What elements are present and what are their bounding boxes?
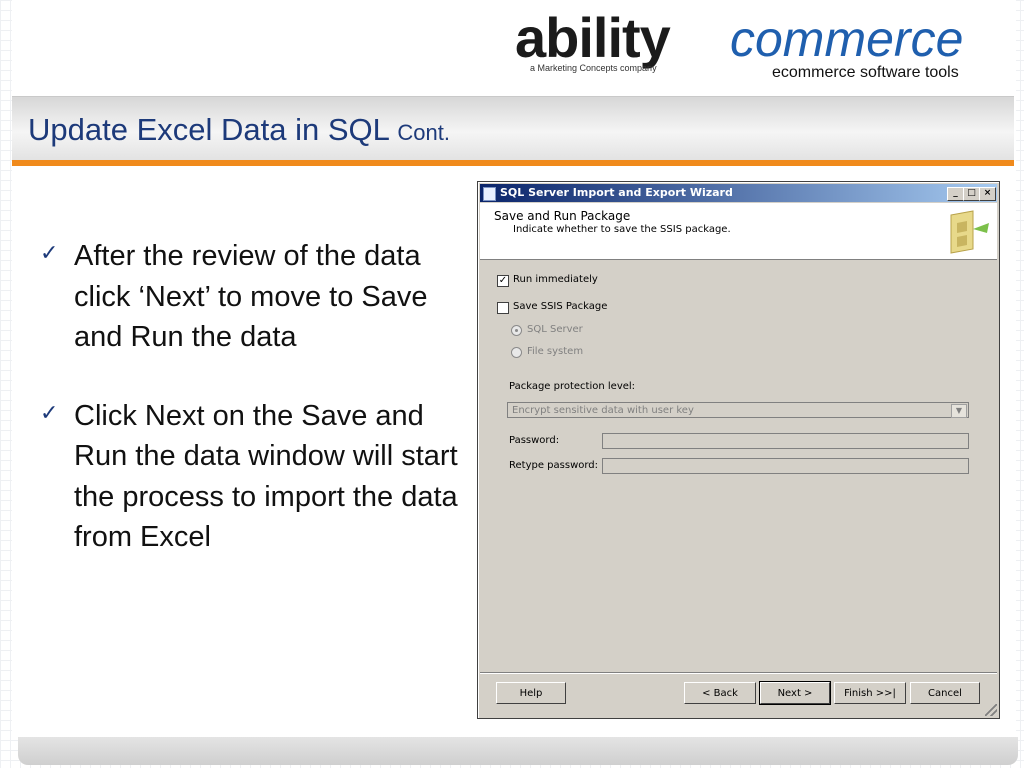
retype-password-label: Retype password: [509, 460, 599, 471]
slide-title: Update Excel Data in SQL Cont. [28, 112, 450, 148]
page-title: Save and Run Package [494, 209, 631, 223]
wizard-header: Save and Run Package Indicate whether to… [480, 203, 997, 260]
logo-brand-commerce: commerce [730, 11, 964, 67]
page-subtitle: Indicate whether to save the SSIS packag… [513, 224, 731, 235]
bullet-text: Click Next on the Save and Run the data … [74, 399, 458, 554]
slide-title-small: Cont. [397, 120, 450, 145]
password-input[interactable] [602, 433, 969, 449]
logo-brand-ability: ability [515, 6, 671, 69]
run-immediately-label: Run immediately [513, 274, 598, 285]
checkmark-icon: ✓ [40, 240, 59, 265]
chevron-down-icon[interactable]: ▼ [951, 404, 967, 418]
checkmark-icon: ✓ [40, 399, 59, 425]
file-system-label: File system [527, 346, 584, 357]
save-ssis-label: Save SSIS Package [513, 301, 608, 312]
slide-title-main: Update Excel Data in SQL [28, 112, 389, 147]
sql-server-radio[interactable] [511, 325, 522, 336]
cancel-button[interactable]: Cancel [910, 682, 980, 704]
resize-grip-icon[interactable] [985, 704, 997, 716]
window-title: SQL Server Import and Export Wizard [500, 186, 733, 199]
logo-tagline: a Marketing Concepts company [530, 63, 657, 73]
title-accent-line [12, 160, 1014, 166]
close-button[interactable]: × [979, 187, 996, 201]
logo-subtitle: ecommerce software tools [772, 64, 959, 81]
sql-server-label: SQL Server [527, 324, 583, 335]
package-wizard-icon [950, 210, 989, 254]
protection-level-value: Encrypt sensitive data with user key [512, 405, 694, 416]
finish-button[interactable]: Finish >>| [834, 682, 906, 704]
maximize-button[interactable]: □ [963, 187, 980, 201]
next-button[interactable]: Next > [759, 681, 831, 705]
bullet-text: After the review of the data click ‘Next… [74, 240, 428, 353]
bullet-item: ✓ After the review of the data click ‘Ne… [40, 236, 480, 358]
app-icon [483, 187, 496, 201]
bullet-list: ✓ After the review of the data click ‘Ne… [40, 236, 480, 596]
bullet-item: ✓ Click Next on the Save and Run the dat… [40, 396, 480, 558]
password-label: Password: [509, 435, 560, 446]
button-separator [480, 672, 997, 674]
help-button[interactable]: Help [496, 682, 566, 704]
protection-level-select[interactable]: Encrypt sensitive data with user key ▼ [507, 402, 969, 418]
save-ssis-checkbox[interactable] [497, 302, 509, 314]
file-system-radio[interactable] [511, 347, 522, 358]
wizard-window: SQL Server Import and Export Wizard _ □ … [477, 181, 1000, 719]
wizard-titlebar[interactable]: SQL Server Import and Export Wizard _ □ … [480, 184, 997, 202]
run-immediately-checkbox[interactable]: ✓ [497, 275, 509, 287]
slide-footer-bar [18, 737, 1018, 765]
protection-level-label: Package protection level: [509, 381, 636, 392]
back-button[interactable]: < Back [684, 682, 756, 704]
minimize-button[interactable]: _ [947, 187, 964, 201]
retype-password-input[interactable] [602, 458, 969, 474]
